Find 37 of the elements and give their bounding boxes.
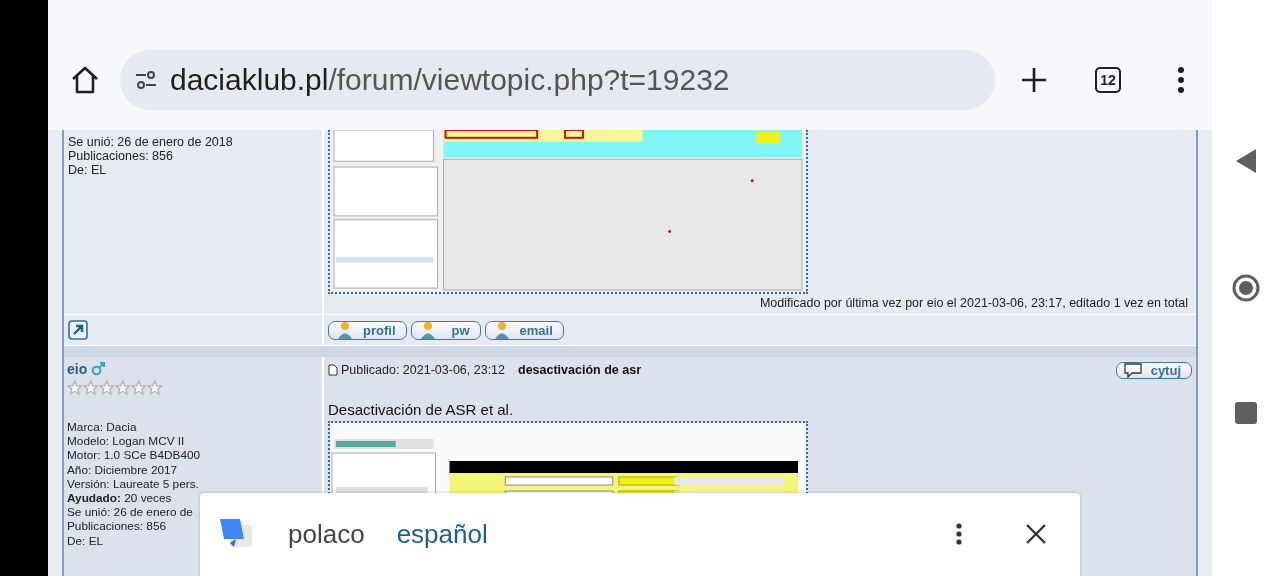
edit-note: Modificado por última vez por eio el 2021-03-06, 23:17, editado 1 vez en total — [758, 295, 1189, 312]
tab-count-button[interactable]: 12 — [1095, 67, 1121, 93]
profile-line: Publicaciones: 856 — [67, 519, 168, 534]
language-tab[interactable]: polaco — [288, 518, 365, 550]
menu-icon[interactable] — [1177, 67, 1185, 93]
site-settings-icon[interactable] — [134, 68, 158, 92]
document-icon — [328, 364, 338, 376]
speech-bubble-icon — [1122, 362, 1143, 378]
profile-line: Se unió: 26 de enero de — [67, 505, 194, 520]
post-date: Publicado: 2021-03-06, 23:12 — [341, 363, 505, 377]
profile-link-button[interactable]: email — [484, 320, 564, 340]
more-icon[interactable] — [956, 523, 962, 545]
profile-line: Publicaciones: 856 — [68, 149, 174, 164]
person-icon — [335, 321, 355, 339]
profile-link-button[interactable]: pw — [410, 320, 481, 340]
post-text: Desactivación de ASR et al. — [328, 401, 515, 418]
address-bar[interactable]: daciaklub.pl/forum/viewtopic.php?t=19232 — [120, 50, 995, 110]
language-tab[interactable]: español — [396, 518, 488, 550]
author-link[interactable]: eio — [67, 361, 88, 377]
url-text: daciaklub.pl/forum/viewtopic.php?t=19232 — [170, 63, 730, 97]
profile-link-button[interactable]: profil — [328, 320, 407, 340]
profile-line: Motor: 1.0 SCe B4DB400 — [67, 448, 202, 463]
profile-line: Marca: Dacia — [67, 420, 138, 435]
close-icon[interactable] — [1026, 524, 1046, 544]
profile-line: De: EL — [68, 163, 108, 178]
home-icon[interactable] — [70, 65, 100, 95]
back-icon[interactable] — [1235, 148, 1257, 174]
profile-line: Ayudado: 20 veces — [67, 491, 173, 506]
profile-line: Modelo: Logan MCV II — [67, 434, 186, 449]
profile-line: Versión: Laureate 5 pers. — [67, 476, 200, 491]
profile-line: Se unió: 26 de enero de 2018 — [68, 135, 234, 150]
home-circle-icon[interactable] — [1232, 274, 1260, 302]
quote-button[interactable]: cytuj — [1115, 361, 1192, 379]
male-icon — [91, 362, 106, 376]
profile-line: Año: Diciembre 2017 — [67, 462, 179, 477]
post-subject: desactivación de asr — [518, 363, 641, 377]
plus-icon[interactable] — [1021, 67, 1047, 93]
